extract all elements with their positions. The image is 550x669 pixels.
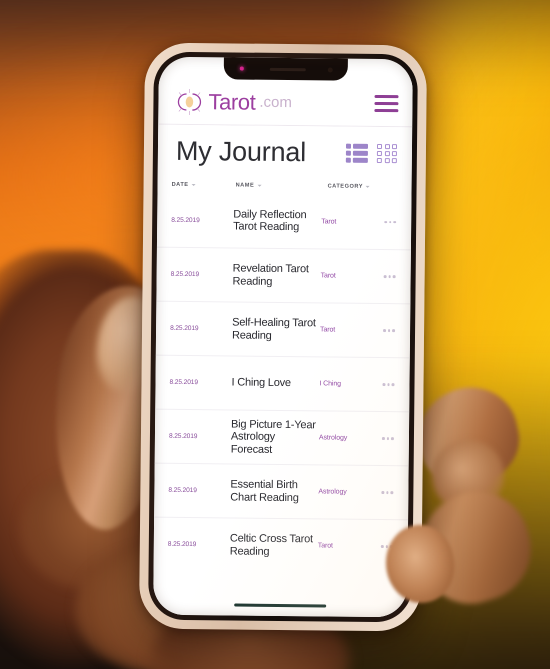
more-options-icon[interactable] [379, 220, 401, 224]
table-row[interactable]: 8.25.2019 Self-Healing Tarot Reading Tar… [155, 300, 411, 358]
grid-row-1 [376, 143, 398, 149]
entry-date: 8.25.2019 [171, 216, 200, 224]
phone-screen: Tarot .com My Journal DATE NAME CATEGORY… [153, 56, 413, 618]
table-row[interactable]: 8.25.2019 Daily Reflection Tarot Reading… [157, 193, 412, 250]
column-header-name[interactable]: NAME [224, 182, 328, 189]
list-row-3 [345, 157, 368, 163]
logo-domain-text: .com [259, 93, 292, 112]
entry-date: 8.25.2019 [170, 324, 199, 333]
entry-name: Daily Reflection Tarot Reading [233, 208, 307, 234]
grid-row-2 [376, 150, 398, 156]
hamburger-line-3 [374, 109, 399, 113]
entry-name: Self-Healing Tarot Reading [231, 316, 316, 342]
column-header-category[interactable]: CATEGORY [328, 183, 400, 190]
entry-name: Revelation Tarot Reading [232, 262, 309, 288]
entry-category: Tarot [317, 542, 333, 550]
phone-bezel: Tarot .com My Journal DATE NAME CATEGORY… [148, 51, 418, 623]
more-options-icon[interactable] [379, 275, 401, 278]
front-camera-icon [327, 66, 333, 73]
grid-row-3 [376, 157, 398, 163]
chevron-down-icon [257, 184, 262, 187]
photo-scene: Tarot .com My Journal DATE NAME CATEGORY… [0, 0, 550, 669]
entry-category: Tarot [321, 217, 337, 226]
column-header-date-label: DATE [171, 181, 189, 189]
chevron-down-icon [191, 184, 196, 187]
table-row[interactable]: 8.25.2019 Essential Birth Chart Reading … [154, 462, 409, 520]
hamburger-line-1 [374, 94, 399, 98]
more-options-icon[interactable] [377, 437, 399, 440]
hamburger-line-2 [374, 102, 399, 105]
phone-notch [223, 57, 348, 81]
grid-view-icon[interactable] [376, 143, 398, 163]
entry-date: 8.25.2019 [170, 270, 200, 279]
entry-date: 8.25.2019 [169, 378, 198, 387]
entry-category: Astrology [318, 488, 347, 496]
site-logo[interactable]: Tarot .com [174, 88, 292, 115]
entry-name: Celtic Cross Tarot Reading [229, 532, 313, 558]
table-row[interactable]: 8.25.2019 Revelation Tarot Reading Tarot [156, 246, 411, 304]
column-header-category-label: CATEGORY [327, 183, 364, 190]
earpiece-speaker-icon [269, 67, 306, 71]
chevron-down-icon [366, 185, 371, 188]
more-options-icon[interactable] [377, 383, 399, 386]
entry-category: Astrology [318, 434, 348, 442]
entry-name: Essential Birth Chart Reading [230, 478, 299, 504]
view-toggle-group [345, 143, 398, 163]
crescent-moons-icon [177, 88, 202, 115]
list-row-2 [345, 150, 368, 156]
page-title-row: My Journal [157, 124, 413, 180]
app-header: Tarot .com [158, 78, 413, 128]
status-led-icon [239, 66, 244, 71]
more-options-icon[interactable] [376, 491, 398, 494]
entry-category: Tarot [320, 326, 336, 334]
table-row[interactable]: 8.25.2019 I Ching Love I Ching [155, 354, 410, 412]
column-header-date[interactable]: DATE [172, 182, 224, 189]
entry-date: 8.25.2019 [167, 540, 197, 549]
list-row-1 [345, 143, 369, 149]
smartphone-device: Tarot .com My Journal DATE NAME CATEGORY… [138, 42, 428, 632]
entry-category: Tarot [320, 272, 336, 280]
entry-date: 8.25.2019 [168, 432, 198, 441]
entry-name: Big Picture 1-Year Astrology Forecast [230, 418, 316, 456]
more-options-icon[interactable] [376, 545, 398, 548]
page-title: My Journal [175, 135, 307, 167]
entry-name: I Ching Love [231, 376, 291, 390]
table-row[interactable]: 8.25.2019 Big Picture 1-Year Astrology F… [154, 408, 410, 466]
list-view-icon[interactable] [345, 143, 369, 163]
entry-category: I Ching [319, 380, 342, 388]
logo-brand-text: Tarot [208, 88, 256, 115]
more-options-icon[interactable] [378, 329, 400, 332]
table-row[interactable]: 8.25.2019 Celtic Cross Tarot Reading Tar… [153, 516, 409, 574]
journal-entry-list: 8.25.2019 Daily Reflection Tarot Reading… [153, 192, 412, 618]
column-header-name-label: NAME [235, 182, 255, 189]
entry-date: 8.25.2019 [168, 486, 197, 495]
hamburger-menu-icon[interactable] [374, 94, 399, 113]
